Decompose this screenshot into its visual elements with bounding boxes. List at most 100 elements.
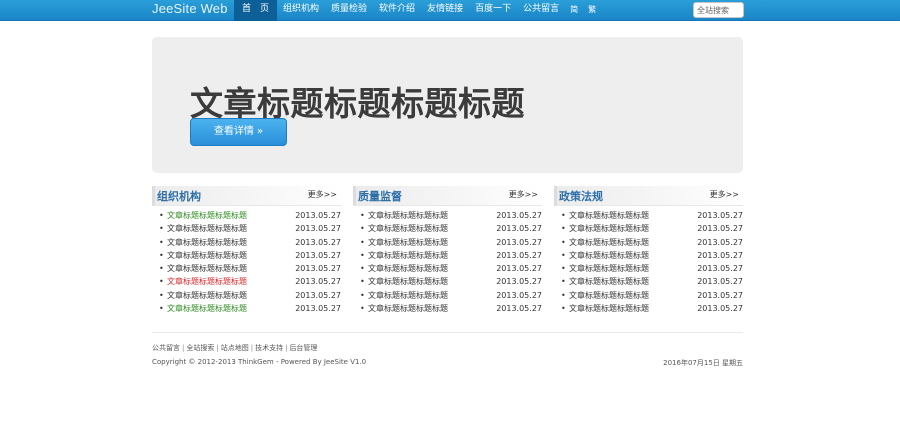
article-title-link[interactable]: 文章标题标题标题标题 (167, 236, 247, 249)
hero-banner: 文章标题标题标题标题 查看详情 » (152, 37, 743, 173)
article-date: 2013.05.27 (295, 264, 341, 274)
footer-divider (152, 332, 743, 333)
article-date: 2013.05.27 (697, 237, 743, 247)
bullet-icon: • (159, 304, 164, 314)
brand-logo[interactable]: JeeSite Web (152, 1, 228, 16)
nav-item-software-intro[interactable]: 软件介绍 (373, 0, 421, 21)
list-item: • 文章标题标题标题标题 2013.05.27 (554, 302, 743, 315)
list-item: • 文章标题标题标题标题 2013.05.27 (554, 236, 743, 249)
article-title-link[interactable]: 文章标题标题标题标题 (368, 289, 448, 302)
footer-link-guestbook[interactable]: 公共留言 (152, 344, 180, 352)
bullet-icon: • (561, 304, 566, 314)
list-item: • 文章标题标题标题标题 2013.05.27 (353, 302, 542, 315)
column-header: 质量监督 更多>> (353, 186, 542, 206)
article-list: • 文章标题标题标题标题 2013.05.27 • 文章标题标题标题标题 2013.05.… (353, 209, 542, 315)
list-item: • 文章标题标题标题标题 2013.05.27 (152, 236, 341, 249)
nav-item-home[interactable]: 首 页 (234, 0, 278, 21)
article-title-link[interactable]: 文章标题标题标题标题 (569, 302, 649, 315)
bullet-icon: • (561, 290, 566, 300)
article-title-link[interactable]: 文章标题标题标题标题 (569, 209, 649, 222)
article-title-link[interactable]: 文章标题标题标题标题 (368, 275, 448, 288)
list-item: • 文章标题标题标题标题 2013.05.27 (152, 209, 341, 222)
lang-traditional-link[interactable]: 繁 (583, 0, 601, 21)
article-title-link[interactable]: 文章标题标题标题标题 (368, 302, 448, 315)
article-title-link[interactable]: 文章标题标题标题标题 (569, 289, 649, 302)
bullet-icon: • (561, 211, 566, 220)
article-date: 2013.05.27 (295, 277, 341, 287)
article-title-link[interactable]: 文章标题标题标题标题 (569, 262, 649, 275)
lang-simplified-link[interactable]: 简 (565, 0, 583, 21)
article-title-link[interactable]: 文章标题标题标题标题 (167, 275, 247, 288)
footer-link-sitemap[interactable]: 站点地图 (221, 344, 249, 352)
column-quality-supervision: 质量监督 更多>> • 文章标题标题标题标题 2013.05.27 • 文章标题标题标题… (353, 186, 542, 316)
nav-item-quality-inspection[interactable]: 质量检验 (325, 0, 373, 21)
list-item: • 文章标题标题标题标题 2013.05.27 (152, 289, 341, 302)
list-item: • 文章标题标题标题标题 2013.05.27 (554, 209, 743, 222)
column-policy-regulations: 政策法规 更多>> • 文章标题标题标题标题 2013.05.27 • 文章标题标题标题… (554, 186, 743, 316)
article-title-link[interactable]: 文章标题标题标题标题 (569, 275, 649, 288)
list-item: • 文章标题标题标题标题 2013.05.27 (353, 236, 542, 249)
nav-item-organization[interactable]: 组织机构 (277, 0, 325, 21)
article-title-link[interactable]: 文章标题标题标题标题 (167, 209, 247, 222)
bullet-icon: • (360, 250, 365, 260)
article-date: 2013.05.27 (697, 290, 743, 300)
article-date: 2013.05.27 (697, 211, 743, 220)
article-date: 2013.05.27 (697, 264, 743, 274)
article-date: 2013.05.27 (496, 290, 542, 300)
article-title-link[interactable]: 文章标题标题标题标题 (368, 236, 448, 249)
bullet-icon: • (561, 264, 566, 274)
footer-link-admin[interactable]: 后台管理 (289, 344, 317, 352)
article-title-link[interactable]: 文章标题标题标题标题 (368, 222, 448, 235)
list-item: • 文章标题标题标题标题 2013.05.27 (554, 289, 743, 302)
bullet-icon: • (159, 211, 164, 220)
article-title-link[interactable]: 文章标题标题标题标题 (167, 249, 247, 262)
article-list: • 文章标题标题标题标题 2013.05.27 • 文章标题标题标题标题 2013.05.… (554, 209, 743, 315)
bullet-icon: • (360, 264, 365, 274)
article-date: 2013.05.27 (295, 224, 341, 234)
bullet-icon: • (561, 237, 566, 247)
article-title-link[interactable]: 文章标题标题标题标题 (167, 222, 247, 235)
bullet-icon: • (561, 250, 566, 260)
article-title-link[interactable]: 文章标题标题标题标题 (167, 262, 247, 275)
article-date: 2013.05.27 (295, 211, 341, 220)
nav-item-friend-links[interactable]: 友情链接 (421, 0, 469, 21)
bullet-icon: • (360, 237, 365, 247)
site-search-input[interactable] (693, 2, 744, 18)
footer-link-support[interactable]: 技术支持 (255, 344, 283, 352)
article-title-link[interactable]: 文章标题标题标题标题 (569, 249, 649, 262)
footer-link-search[interactable]: 全站搜索 (186, 344, 214, 352)
top-navbar: JeeSite Web 首 页 组织机构 质量检验 软件介绍 友情链接 百度一下… (0, 0, 900, 21)
bullet-icon: • (561, 224, 566, 234)
more-link[interactable]: 更多>> (308, 189, 337, 200)
list-item: • 文章标题标题标题标题 2013.05.27 (152, 275, 341, 288)
article-title-link[interactable]: 文章标题标题标题标题 (167, 289, 247, 302)
article-list: • 文章标题标题标题标题 2013.05.27 • 文章标题标题标题标题 2013.05.… (152, 209, 341, 315)
article-title-link[interactable]: 文章标题标题标题标题 (368, 249, 448, 262)
more-link[interactable]: 更多>> (509, 189, 538, 200)
article-date: 2013.05.27 (697, 250, 743, 260)
bullet-icon: • (360, 277, 365, 287)
article-title-link[interactable]: 文章标题标题标题标题 (368, 262, 448, 275)
bullet-icon: • (159, 264, 164, 274)
main-nav: 首 页 组织机构 质量检验 软件介绍 友情链接 百度一下 公共留言 简 繁 (234, 0, 601, 21)
article-title-link[interactable]: 文章标题标题标题标题 (569, 236, 649, 249)
list-item: • 文章标题标题标题标题 2013.05.27 (554, 222, 743, 235)
bullet-icon: • (360, 224, 365, 234)
article-date: 2013.05.27 (496, 224, 542, 234)
article-title-link[interactable]: 文章标题标题标题标题 (569, 222, 649, 235)
view-details-button[interactable]: 查看详情 » (190, 118, 287, 146)
more-link[interactable]: 更多>> (710, 189, 739, 200)
article-date: 2013.05.27 (697, 277, 743, 287)
article-date: 2013.05.27 (295, 290, 341, 300)
article-title-link[interactable]: 文章标题标题标题标题 (368, 209, 448, 222)
article-date: 2013.05.27 (295, 237, 341, 247)
list-item: • 文章标题标题标题标题 2013.05.27 (152, 222, 341, 235)
article-title-link[interactable]: 文章标题标题标题标题 (167, 302, 247, 315)
copyright-text: Copyright © 2012-2013 ThinkGem - Powered… (152, 358, 367, 366)
article-date: 2013.05.27 (295, 304, 341, 314)
list-item: • 文章标题标题标题标题 2013.05.27 (554, 249, 743, 262)
article-date: 2013.05.27 (496, 277, 542, 287)
column-title: 质量监督 (358, 190, 402, 203)
nav-item-guestbook[interactable]: 公共留言 (517, 0, 565, 21)
nav-item-baidu[interactable]: 百度一下 (469, 0, 517, 21)
